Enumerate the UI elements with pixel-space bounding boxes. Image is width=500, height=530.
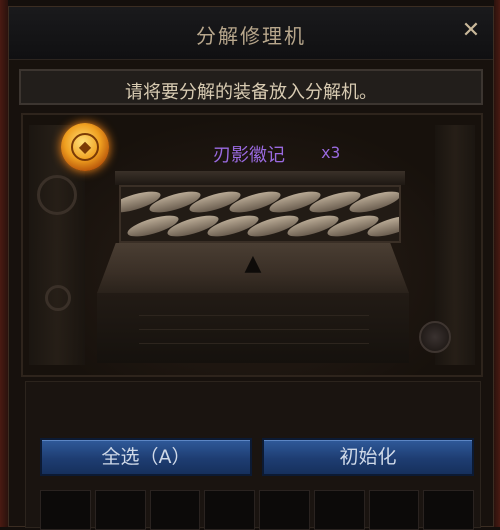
arrow-up-icon: ▲ — [244, 251, 262, 276]
item-slot[interactable] — [149, 490, 201, 530]
item-slot[interactable] — [204, 490, 255, 530]
knob-icon — [419, 321, 451, 353]
close-icon[interactable]: ✕ — [459, 19, 483, 43]
item-slot-row — [40, 490, 474, 530]
base-groove — [139, 343, 369, 344]
item-name: 刃影徽记 — [213, 145, 285, 166]
item-slot[interactable] — [368, 490, 420, 530]
machine-base — [97, 293, 409, 363]
disassemble-window: 分解修理机 ✕ 请将要分解的装备放入分解机。 ◆ 刃影徽记 x3 ▲ 全选（A）… — [8, 6, 494, 530]
disassemble-machine-area[interactable]: ◆ 刃影徽记 x3 ▲ — [21, 113, 483, 377]
title-bar[interactable]: 分解修理机 ✕ — [9, 7, 493, 60]
instruction-text: 请将要分解的装备放入分解机。 — [125, 82, 377, 103]
grinder-blades — [119, 185, 401, 243]
window-title: 分解修理机 — [196, 24, 306, 48]
instruction-bar: 请将要分解的装备放入分解机。 — [19, 69, 483, 105]
select-all-button[interactable]: 全选（A） — [40, 438, 252, 476]
item-count: x3 — [321, 143, 341, 162]
base-groove — [139, 329, 369, 330]
gold-coin-icon: ◆ — [61, 123, 109, 171]
item-slot[interactable] — [259, 490, 310, 530]
reset-button[interactable]: 初始化 — [262, 438, 474, 476]
gear-icon — [45, 285, 71, 311]
item-slot[interactable] — [423, 490, 474, 530]
inventory-panel: 全选（A） 初始化 — [25, 381, 481, 530]
window-frame-left — [0, 0, 8, 527]
base-groove — [139, 315, 369, 316]
window-frame-right — [494, 0, 500, 527]
grinder-housing — [115, 171, 405, 185]
item-slot[interactable] — [313, 490, 365, 530]
gear-icon — [37, 175, 77, 215]
item-slot[interactable] — [40, 490, 91, 530]
item-slot[interactable] — [94, 490, 146, 530]
